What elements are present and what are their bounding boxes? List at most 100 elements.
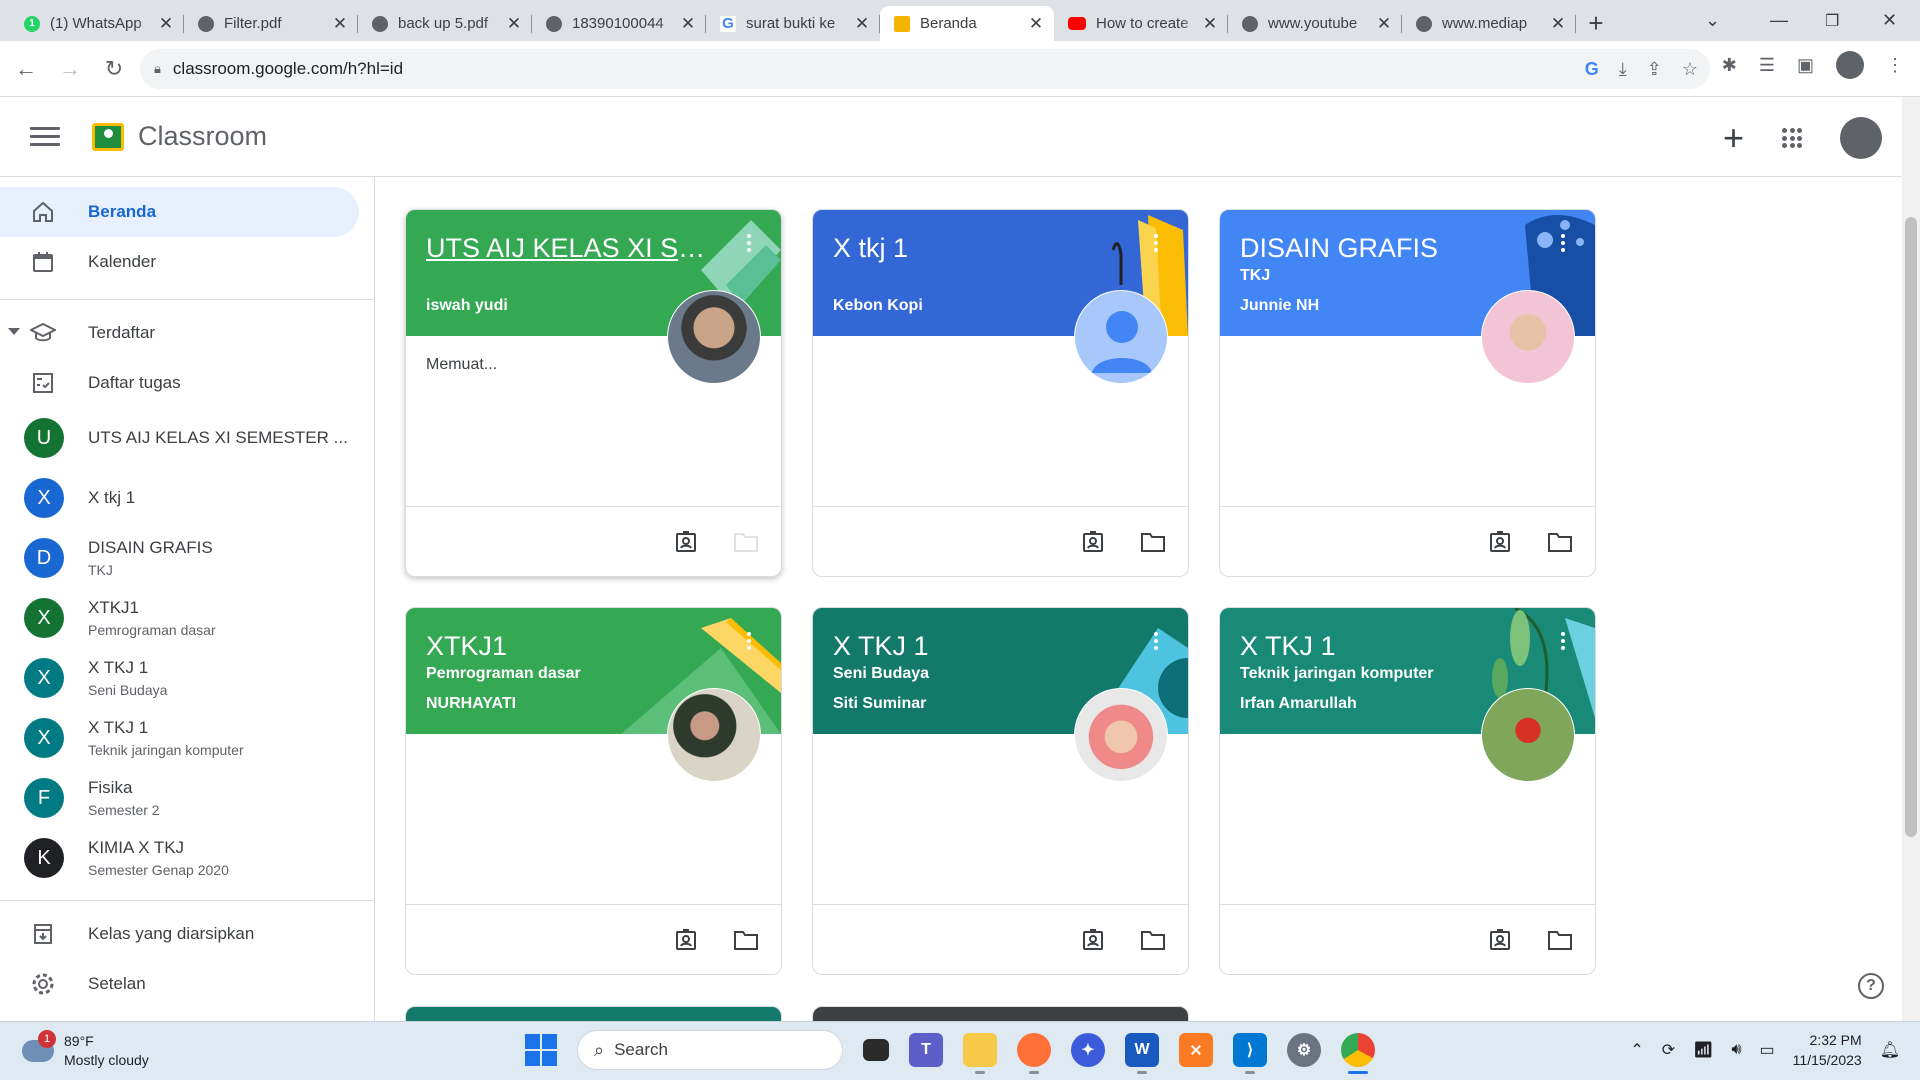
xampp-icon[interactable]: ⨯ [1179, 1033, 1213, 1067]
url-text[interactable]: classroom.google.com/h?hl=id [173, 59, 403, 79]
close-window-icon[interactable]: ✕ [1882, 0, 1897, 41]
card-title-link[interactable]: XTKJ1 [426, 631, 507, 662]
sidebar-class-item[interactable]: X X TKJ 1 Teknik jaringan komputer [0, 708, 374, 768]
minimize-icon[interactable]: — [1770, 0, 1788, 41]
main-menu-icon[interactable] [30, 127, 60, 146]
close-tab-icon[interactable]: ✕ [1202, 14, 1218, 34]
class-card[interactable]: UTS AIJ KELAS XI SE... iswah yudi Memuat… [405, 209, 782, 577]
help-icon[interactable]: ? [1858, 973, 1884, 999]
folder-icon[interactable] [1140, 529, 1166, 555]
restore-icon[interactable]: ❐ [1825, 0, 1839, 41]
close-tab-icon[interactable]: ✕ [680, 14, 696, 34]
class-card-partial[interactable] [812, 1006, 1189, 1021]
close-tab-icon[interactable]: ✕ [1376, 14, 1392, 34]
sidebar-item-calendar[interactable]: Kalender [0, 237, 374, 287]
install-app-icon[interactable]: ⤓ [1619, 59, 1627, 80]
teams-icon[interactable]: T [909, 1033, 943, 1067]
vpn-app-icon[interactable]: ✦ [1071, 1033, 1105, 1067]
class-card[interactable]: X TKJ 1 Seni Budaya Siti Suminar [812, 607, 1189, 975]
portfolio-icon[interactable] [1487, 927, 1513, 953]
browser-tab[interactable]: 18390100044 ✕ [532, 6, 706, 41]
sidebar-item-home[interactable]: Beranda [0, 187, 359, 237]
page-scrollbar[interactable] [1902, 97, 1920, 1021]
weather-widget[interactable]: 1 89°F Mostly cloudy [22, 1030, 149, 1070]
sync-icon[interactable]: ⟳ [1662, 1040, 1675, 1060]
browser-tab-active[interactable]: Beranda ✕ [880, 6, 1054, 41]
file-explorer-icon[interactable] [963, 1033, 997, 1074]
extensions-icon[interactable]: ✱ [1722, 55, 1737, 76]
browser-tab[interactable]: Filter.pdf ✕ [184, 6, 358, 41]
close-tab-icon[interactable]: ✕ [854, 14, 870, 34]
firefox-icon[interactable] [1017, 1033, 1051, 1074]
close-tab-icon[interactable]: ✕ [506, 14, 522, 34]
chrome-icon[interactable] [1341, 1033, 1375, 1074]
address-bar[interactable]: 🔒︎ classroom.google.com/h?hl=id G ⤓ ⇪ ☆ [140, 49, 1710, 89]
create-join-class-button[interactable]: + [1723, 117, 1744, 159]
browser-tab[interactable]: Gsurat bukti ke ✕ [706, 6, 880, 41]
card-title-link[interactable]: X TKJ 1 [833, 631, 929, 662]
windows-start-icon[interactable] [525, 1034, 557, 1066]
close-tab-icon[interactable]: ✕ [1550, 14, 1566, 34]
folder-icon[interactable] [1140, 927, 1166, 953]
reading-list-icon[interactable]: ☰ [1759, 55, 1775, 76]
class-card[interactable]: X TKJ 1 Teknik jaringan komputer Irfan A… [1219, 607, 1596, 975]
sidebar-class-item[interactable]: U UTS AIJ KELAS XI SEMESTER ... [0, 408, 374, 468]
sidebar-class-item[interactable]: X X tkj 1 [0, 468, 374, 528]
folder-icon[interactable] [1547, 927, 1573, 953]
browser-tab[interactable]: www.mediap ✕ [1402, 6, 1576, 41]
battery-icon[interactable]: ▭ [1760, 1040, 1775, 1060]
close-tab-icon[interactable]: ✕ [1028, 14, 1044, 34]
bookmark-star-icon[interactable]: ☆ [1682, 59, 1698, 80]
browser-tab[interactable]: How to create ✕ [1054, 6, 1228, 41]
scrollbar-thumb[interactable] [1905, 217, 1917, 837]
account-avatar[interactable] [1840, 117, 1882, 159]
card-title-link[interactable]: X TKJ 1 [1240, 631, 1336, 662]
card-options-icon[interactable] [1154, 632, 1158, 650]
card-title-link[interactable]: X tkj 1 [833, 233, 908, 264]
share-icon[interactable]: ⇪ [1647, 59, 1662, 80]
classroom-logo[interactable] [92, 122, 124, 151]
sidebar-class-item[interactable]: X XTKJ1 Pemrograman dasar [0, 588, 374, 648]
vscode-icon[interactable]: ⟩ [1233, 1033, 1267, 1074]
card-title-link[interactable]: UTS AIJ KELAS XI SE... [426, 233, 716, 264]
card-options-icon[interactable] [1561, 632, 1565, 650]
class-card[interactable]: XTKJ1 Pemrograman dasar NURHAYATI [405, 607, 782, 975]
portfolio-icon[interactable] [1080, 927, 1106, 953]
class-card[interactable]: X tkj 1 Kebon Kopi [812, 209, 1189, 577]
browser-tab[interactable]: www.youtube ✕ [1228, 6, 1402, 41]
tray-chevron-up-icon[interactable]: ⌃ [1630, 1040, 1643, 1060]
portfolio-icon[interactable] [1080, 529, 1106, 555]
portfolio-icon[interactable] [673, 529, 699, 555]
reload-icon[interactable]: ↻ [96, 51, 132, 87]
google-apps-icon[interactable] [1782, 128, 1802, 148]
folder-icon[interactable] [733, 529, 759, 555]
settings-gear-icon[interactable]: ⚙ [1287, 1033, 1321, 1067]
browser-tab[interactable]: back up 5.pdf ✕ [358, 6, 532, 41]
notification-bell-icon[interactable]: 🔔︎ [1880, 1040, 1900, 1060]
sidebar-item-enrolled[interactable]: Terdaftar [0, 308, 374, 358]
sidebar-class-item[interactable]: F Fisika Semester 2 [0, 768, 374, 828]
new-tab-button[interactable]: + [1576, 6, 1616, 41]
browser-tab[interactable]: 1 (1) WhatsApp ✕ [10, 6, 184, 41]
close-tab-icon[interactable]: ✕ [332, 14, 348, 34]
sidebar-class-item[interactable]: K KIMIA X TKJ Semester Genap 2020 [0, 828, 374, 888]
sidebar-item-settings[interactable]: Setelan [0, 959, 374, 1009]
sidebar-class-item[interactable]: D DISAIN GRAFIS TKJ [0, 528, 374, 588]
browser-menu-icon[interactable]: ⋮ [1886, 55, 1904, 76]
folder-icon[interactable] [1547, 529, 1573, 555]
profile-avatar[interactable] [1836, 51, 1864, 79]
card-options-icon[interactable] [1561, 234, 1565, 252]
back-icon[interactable]: ← [8, 51, 44, 87]
word-icon[interactable]: W [1125, 1033, 1159, 1074]
task-view-icon[interactable] [863, 1039, 889, 1061]
class-card[interactable]: DISAIN GRAFIS TKJ Junnie NH [1219, 209, 1596, 577]
side-panel-icon[interactable]: ▣ [1797, 55, 1814, 76]
card-options-icon[interactable] [1154, 234, 1158, 252]
wifi-icon[interactable]: 📶︎ [1693, 1040, 1713, 1060]
google-lens-icon[interactable]: G [1585, 59, 1599, 80]
tab-search-chevron-icon[interactable]: ⌄ [1705, 0, 1720, 41]
portfolio-icon[interactable] [673, 927, 699, 953]
system-clock[interactable]: 2:32 PM 11/15/2023 [1793, 1030, 1862, 1070]
taskbar-search-box[interactable]: ⌕ Search [577, 1030, 843, 1070]
close-tab-icon[interactable]: ✕ [158, 14, 174, 34]
